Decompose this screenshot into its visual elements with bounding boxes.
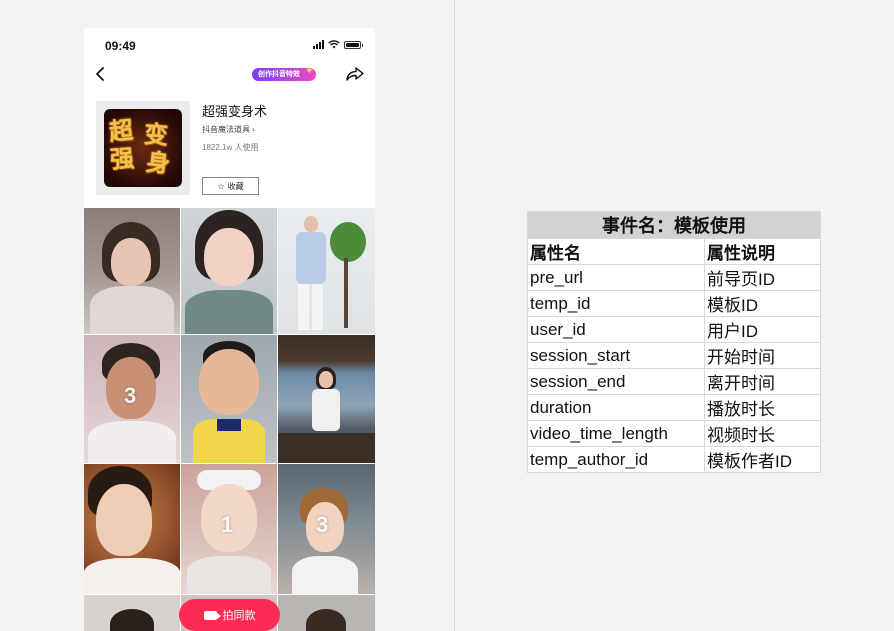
thumb-char-3: 强 xyxy=(108,143,135,174)
attr-name: pre_url xyxy=(527,264,705,291)
table-row: pre_url 前导页ID xyxy=(527,264,821,291)
table-caption: 事件名：模板使用 xyxy=(527,211,821,239)
video-thumbnail[interactable] xyxy=(84,595,180,631)
attr-name: temp_id xyxy=(527,290,705,317)
thumb-char-4: 身 xyxy=(144,146,172,179)
thumb-char-2: 变 xyxy=(143,119,170,150)
effect-thumbnail: 超 变 强 身 xyxy=(104,109,182,187)
attr-desc: 播放时长 xyxy=(704,394,821,421)
attr-name: video_time_length xyxy=(527,420,705,447)
favorite-label: 收藏 xyxy=(227,181,244,191)
table-row: temp_id 模板ID xyxy=(527,290,821,317)
video-thumbnail[interactable] xyxy=(181,208,277,334)
attr-desc: 模板作者ID xyxy=(704,446,821,473)
shoot-same-button[interactable]: 拍同款 xyxy=(179,599,280,631)
effect-category: 抖音魔法道具 xyxy=(202,125,250,134)
video-grid: 3 1 3 xyxy=(84,208,375,631)
status-bar: 09:49 xyxy=(84,28,375,62)
video-thumbnail[interactable]: 3 xyxy=(278,464,375,594)
video-thumbnail[interactable] xyxy=(84,208,180,334)
status-time: 09:49 xyxy=(105,39,136,53)
battery-icon xyxy=(344,40,363,49)
wifi-icon xyxy=(328,40,340,49)
video-thumbnail[interactable] xyxy=(181,335,277,463)
attr-desc: 离开时间 xyxy=(704,368,821,395)
effect-thumbnail-frame: 超 变 强 身 xyxy=(96,101,190,195)
column-header-attr-name: 属性名 xyxy=(527,238,705,265)
video-thumbnail[interactable]: 3 xyxy=(84,335,180,463)
attr-desc: 用户ID xyxy=(704,316,821,343)
panel-divider xyxy=(454,0,455,631)
effect-usage: 1822.1w 人使用 xyxy=(202,143,259,152)
create-effect-badge[interactable]: 创作抖音特效 ✦ xyxy=(252,65,316,81)
attr-desc: 视频时长 xyxy=(704,420,821,447)
table-row: temp_author_id 模板作者ID xyxy=(527,446,821,473)
video-thumbnail[interactable] xyxy=(278,595,375,631)
attr-name: temp_author_id xyxy=(527,446,705,473)
top-nav: 创作抖音特效 ✦ xyxy=(84,62,375,88)
badge-label: 创作抖音特效 xyxy=(258,71,300,78)
video-thumbnail[interactable]: 1 xyxy=(181,464,277,594)
share-icon[interactable] xyxy=(346,67,364,81)
effect-category-link[interactable]: 抖音魔法道具 › xyxy=(202,124,255,135)
camera-icon xyxy=(203,610,221,620)
overlay-number: 3 xyxy=(124,383,137,408)
overlay-number: 1 xyxy=(221,512,234,537)
signal-icon xyxy=(313,40,324,49)
video-thumbnail[interactable] xyxy=(278,335,375,463)
effect-title: 超强变身术 xyxy=(202,104,268,119)
attr-desc: 模板ID xyxy=(704,290,821,317)
table-row: session_end 离开时间 xyxy=(527,368,821,395)
effect-info: 超 变 强 身 超强变身术 抖音魔法道具 › 1822.1w 人使用 ☆ 收藏 xyxy=(84,96,375,206)
back-icon[interactable] xyxy=(94,66,108,82)
star-icon: ☆ xyxy=(217,181,225,191)
attr-desc: 前导页ID xyxy=(704,264,821,291)
video-thumbnail[interactable] xyxy=(84,464,180,594)
table-row: video_time_length 视频时长 xyxy=(527,420,821,447)
chevron-right-icon: › xyxy=(252,125,255,134)
column-header-attr-desc: 属性说明 xyxy=(704,238,821,265)
event-attribute-table: 事件名：模板使用 属性名 属性说明 pre_url 前导页ID temp_id 模板… xyxy=(527,211,821,473)
thumb-char-1: 超 xyxy=(107,114,135,147)
attr-name: session_end xyxy=(527,368,705,395)
attr-name: user_id xyxy=(527,316,705,343)
table-row: session_start 开始时间 xyxy=(527,342,821,369)
attr-name: duration xyxy=(527,394,705,421)
shoot-same-label: 拍同款 xyxy=(222,610,256,622)
favorite-button[interactable]: ☆ 收藏 xyxy=(202,177,259,195)
status-icons xyxy=(313,40,363,49)
sparkle-icon: ✦ xyxy=(304,65,314,77)
attr-desc: 开始时间 xyxy=(704,342,821,369)
table-row: duration 播放时长 xyxy=(527,394,821,421)
overlay-number: 3 xyxy=(316,512,329,537)
attr-name: session_start xyxy=(527,342,705,369)
table-row: user_id 用户ID xyxy=(527,316,821,343)
phone-screen: 09:49 创作抖音特效 ✦ 超 变 强 身 超强变身术 抖音魔法道具 › 182… xyxy=(84,28,375,631)
video-thumbnail[interactable] xyxy=(278,208,375,334)
